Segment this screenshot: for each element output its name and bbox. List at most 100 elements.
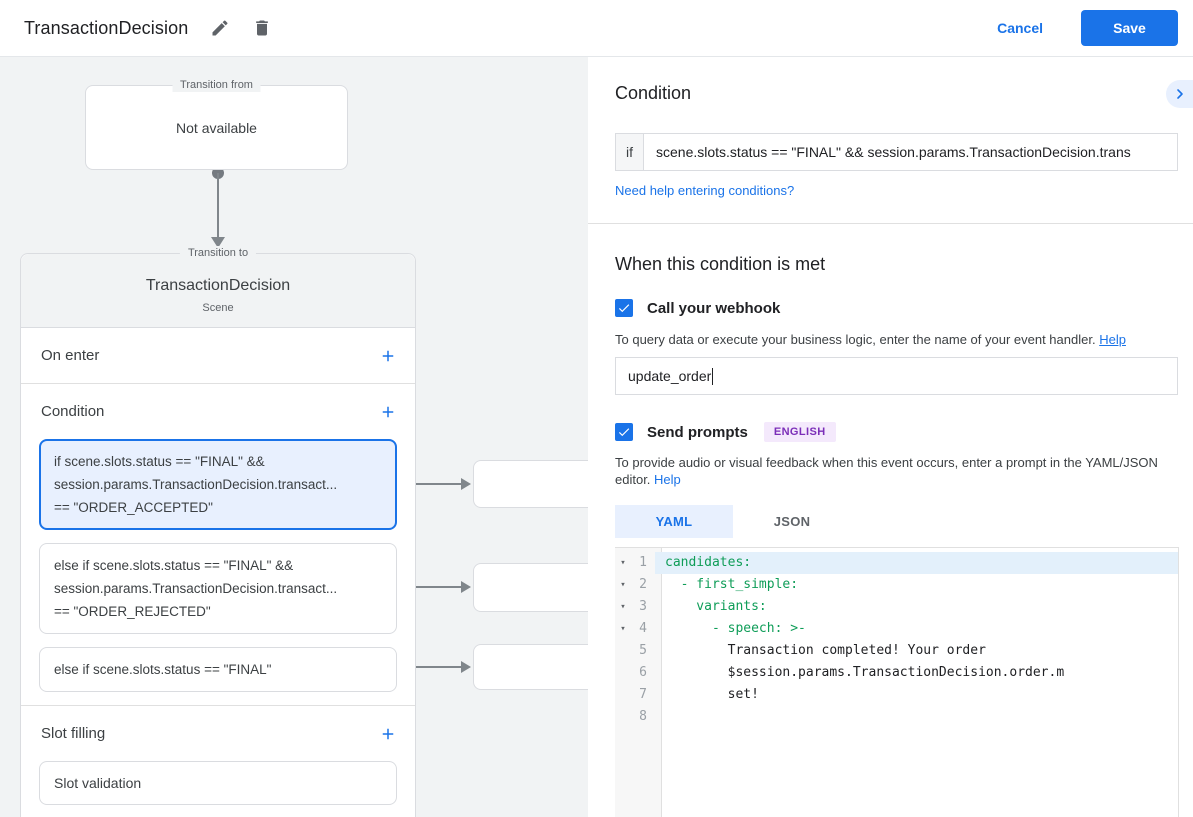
condition-help-link[interactable]: Need help entering conditions? xyxy=(615,183,794,198)
condition-expression-row: if scene.slots.status == "FINAL" && sess… xyxy=(615,133,1178,171)
when-condition-met-title: When this condition is met xyxy=(615,254,825,275)
transition-from-legend: Transition from xyxy=(172,78,261,92)
webhook-label: Call your webhook xyxy=(647,300,780,317)
prompts-label: Send prompts xyxy=(647,424,748,441)
top-header: TransactionDecision Cancel Save xyxy=(0,0,1193,57)
panel-divider xyxy=(588,223,1193,224)
language-badge: ENGLISH xyxy=(764,422,836,442)
edit-scene-button[interactable] xyxy=(210,18,230,38)
add-slot-button[interactable] xyxy=(379,725,397,743)
panel-title: Condition xyxy=(615,83,691,104)
if-prefix-label: if xyxy=(616,134,644,170)
condition-details-panel: Condition if scene.slots.status == "FINA… xyxy=(588,57,1193,817)
line-number: 6 xyxy=(631,662,655,684)
cancel-button[interactable]: Cancel xyxy=(997,20,1043,36)
code-text[interactable]: $session.params.TransactionDecision.orde… xyxy=(655,662,1178,684)
code-text[interactable]: set! xyxy=(655,684,1178,706)
condition-item-2[interactable]: else if scene.slots.status == "FINAL" &&… xyxy=(39,543,397,634)
scene-card-header: TransactionDecision Scene xyxy=(21,254,415,328)
page-title: TransactionDecision xyxy=(24,18,188,39)
fold-toggle-icon[interactable]: ▾ xyxy=(615,618,631,640)
editor-line-6: 6 $session.params.TransactionDecision.or… xyxy=(615,662,1178,684)
trash-icon xyxy=(252,18,272,38)
transition-from-content: Not available xyxy=(86,86,347,169)
condition-expression-input[interactable]: scene.slots.status == "FINAL" && session… xyxy=(644,134,1177,170)
code-text[interactable]: - speech: >- xyxy=(655,618,1178,640)
add-on-enter-button[interactable] xyxy=(379,347,397,365)
webhook-checkbox[interactable] xyxy=(615,299,633,317)
line-number: 3 xyxy=(631,596,655,618)
checkmark-icon xyxy=(617,301,631,315)
fold-spacer xyxy=(615,640,631,662)
code-text[interactable]: Transaction completed! Your order xyxy=(655,640,1178,662)
line-number: 1 xyxy=(631,552,655,574)
collapse-panel-button[interactable] xyxy=(1166,80,1193,108)
editor-line-1: ▾1candidates: xyxy=(615,552,1178,574)
fold-toggle-icon[interactable]: ▾ xyxy=(615,552,631,574)
editor-line-5: 5 Transaction completed! Your order xyxy=(615,640,1178,662)
code-text[interactable]: - first_simple: xyxy=(655,574,1178,596)
save-button[interactable]: Save xyxy=(1081,10,1178,46)
transition-to-card: Transition to TransactionDecision Scene … xyxy=(20,253,416,817)
prompts-description-text: To provide audio or visual feedback when… xyxy=(615,455,1158,487)
prompt-code-editor[interactable]: ▾1candidates:▾2 - first_simple:▾3 varian… xyxy=(615,547,1179,817)
plus-icon xyxy=(379,347,397,365)
slot-filling-section: Slot filling xyxy=(21,706,415,761)
webhook-checkbox-row: Call your webhook xyxy=(615,299,780,317)
condition-item-3[interactable]: else if scene.slots.status == "FINAL" xyxy=(39,647,397,692)
fold-spacer xyxy=(615,684,631,706)
fold-spacer xyxy=(615,706,631,728)
fold-toggle-icon[interactable]: ▾ xyxy=(615,574,631,596)
on-enter-section: On enter xyxy=(21,328,415,383)
pencil-icon xyxy=(210,18,230,38)
editor-line-4: ▾4 - speech: >- xyxy=(615,618,1178,640)
editor-line-3: ▾3 variants: xyxy=(615,596,1178,618)
condition-section: Condition xyxy=(21,384,415,439)
on-enter-label: On enter xyxy=(41,347,99,364)
line-number: 5 xyxy=(631,640,655,662)
editor-line-2: ▾2 - first_simple: xyxy=(615,574,1178,596)
webhook-help-link[interactable]: Help xyxy=(1099,332,1126,347)
condition-section-label: Condition xyxy=(41,403,104,420)
code-text[interactable]: candidates: xyxy=(655,552,1178,574)
slot-item-1[interactable]: Slot validation xyxy=(39,761,397,805)
event-handler-value: update_order xyxy=(628,368,711,384)
fold-toggle-icon[interactable]: ▾ xyxy=(615,596,631,618)
editor-format-tabs: YAML JSON xyxy=(615,505,851,538)
checkmark-icon xyxy=(617,425,631,439)
prompts-checkbox-row: Send prompts ENGLISH xyxy=(615,422,836,442)
webhook-description: To query data or execute your business l… xyxy=(615,331,1126,348)
prompts-help-link[interactable]: Help xyxy=(654,472,681,487)
transition-from-box: Transition from Not available xyxy=(85,85,348,170)
tab-json[interactable]: JSON xyxy=(733,505,851,538)
add-condition-button[interactable] xyxy=(379,403,397,421)
line-number: 8 xyxy=(631,706,655,728)
tab-yaml[interactable]: YAML xyxy=(615,505,733,538)
transition-target-box-3[interactable] xyxy=(473,644,588,690)
scene-editor-app: TransactionDecision Cancel Save Transiti… xyxy=(0,0,1193,817)
plus-icon xyxy=(379,725,397,743)
text-cursor xyxy=(712,368,713,385)
fold-spacer xyxy=(615,662,631,684)
event-handler-input[interactable]: update_order xyxy=(615,357,1178,395)
transition-target-box-1[interactable] xyxy=(473,460,588,508)
transition-to-legend: Transition to xyxy=(180,246,256,260)
transition-target-box-2[interactable] xyxy=(473,563,588,612)
condition-list: if scene.slots.status == "FINAL" && sess… xyxy=(21,439,415,692)
condition-item-1[interactable]: if scene.slots.status == "FINAL" && sess… xyxy=(39,439,397,530)
editor-line-7: 7 set! xyxy=(615,684,1178,706)
plus-icon xyxy=(379,403,397,421)
line-number: 4 xyxy=(631,618,655,640)
editor-line-8: 8 xyxy=(615,706,1178,728)
prompts-checkbox[interactable] xyxy=(615,423,633,441)
line-number: 7 xyxy=(631,684,655,706)
webhook-description-text: To query data or execute your business l… xyxy=(615,332,1096,347)
slot-list: Slot validation xyxy=(21,761,415,805)
prompts-description: To provide audio or visual feedback when… xyxy=(615,454,1170,488)
code-text[interactable]: variants: xyxy=(655,596,1178,618)
chevron-right-icon xyxy=(1174,88,1186,100)
line-number: 2 xyxy=(631,574,655,596)
slot-filling-label: Slot filling xyxy=(41,725,105,742)
code-text[interactable] xyxy=(655,706,1178,728)
delete-scene-button[interactable] xyxy=(252,18,272,38)
